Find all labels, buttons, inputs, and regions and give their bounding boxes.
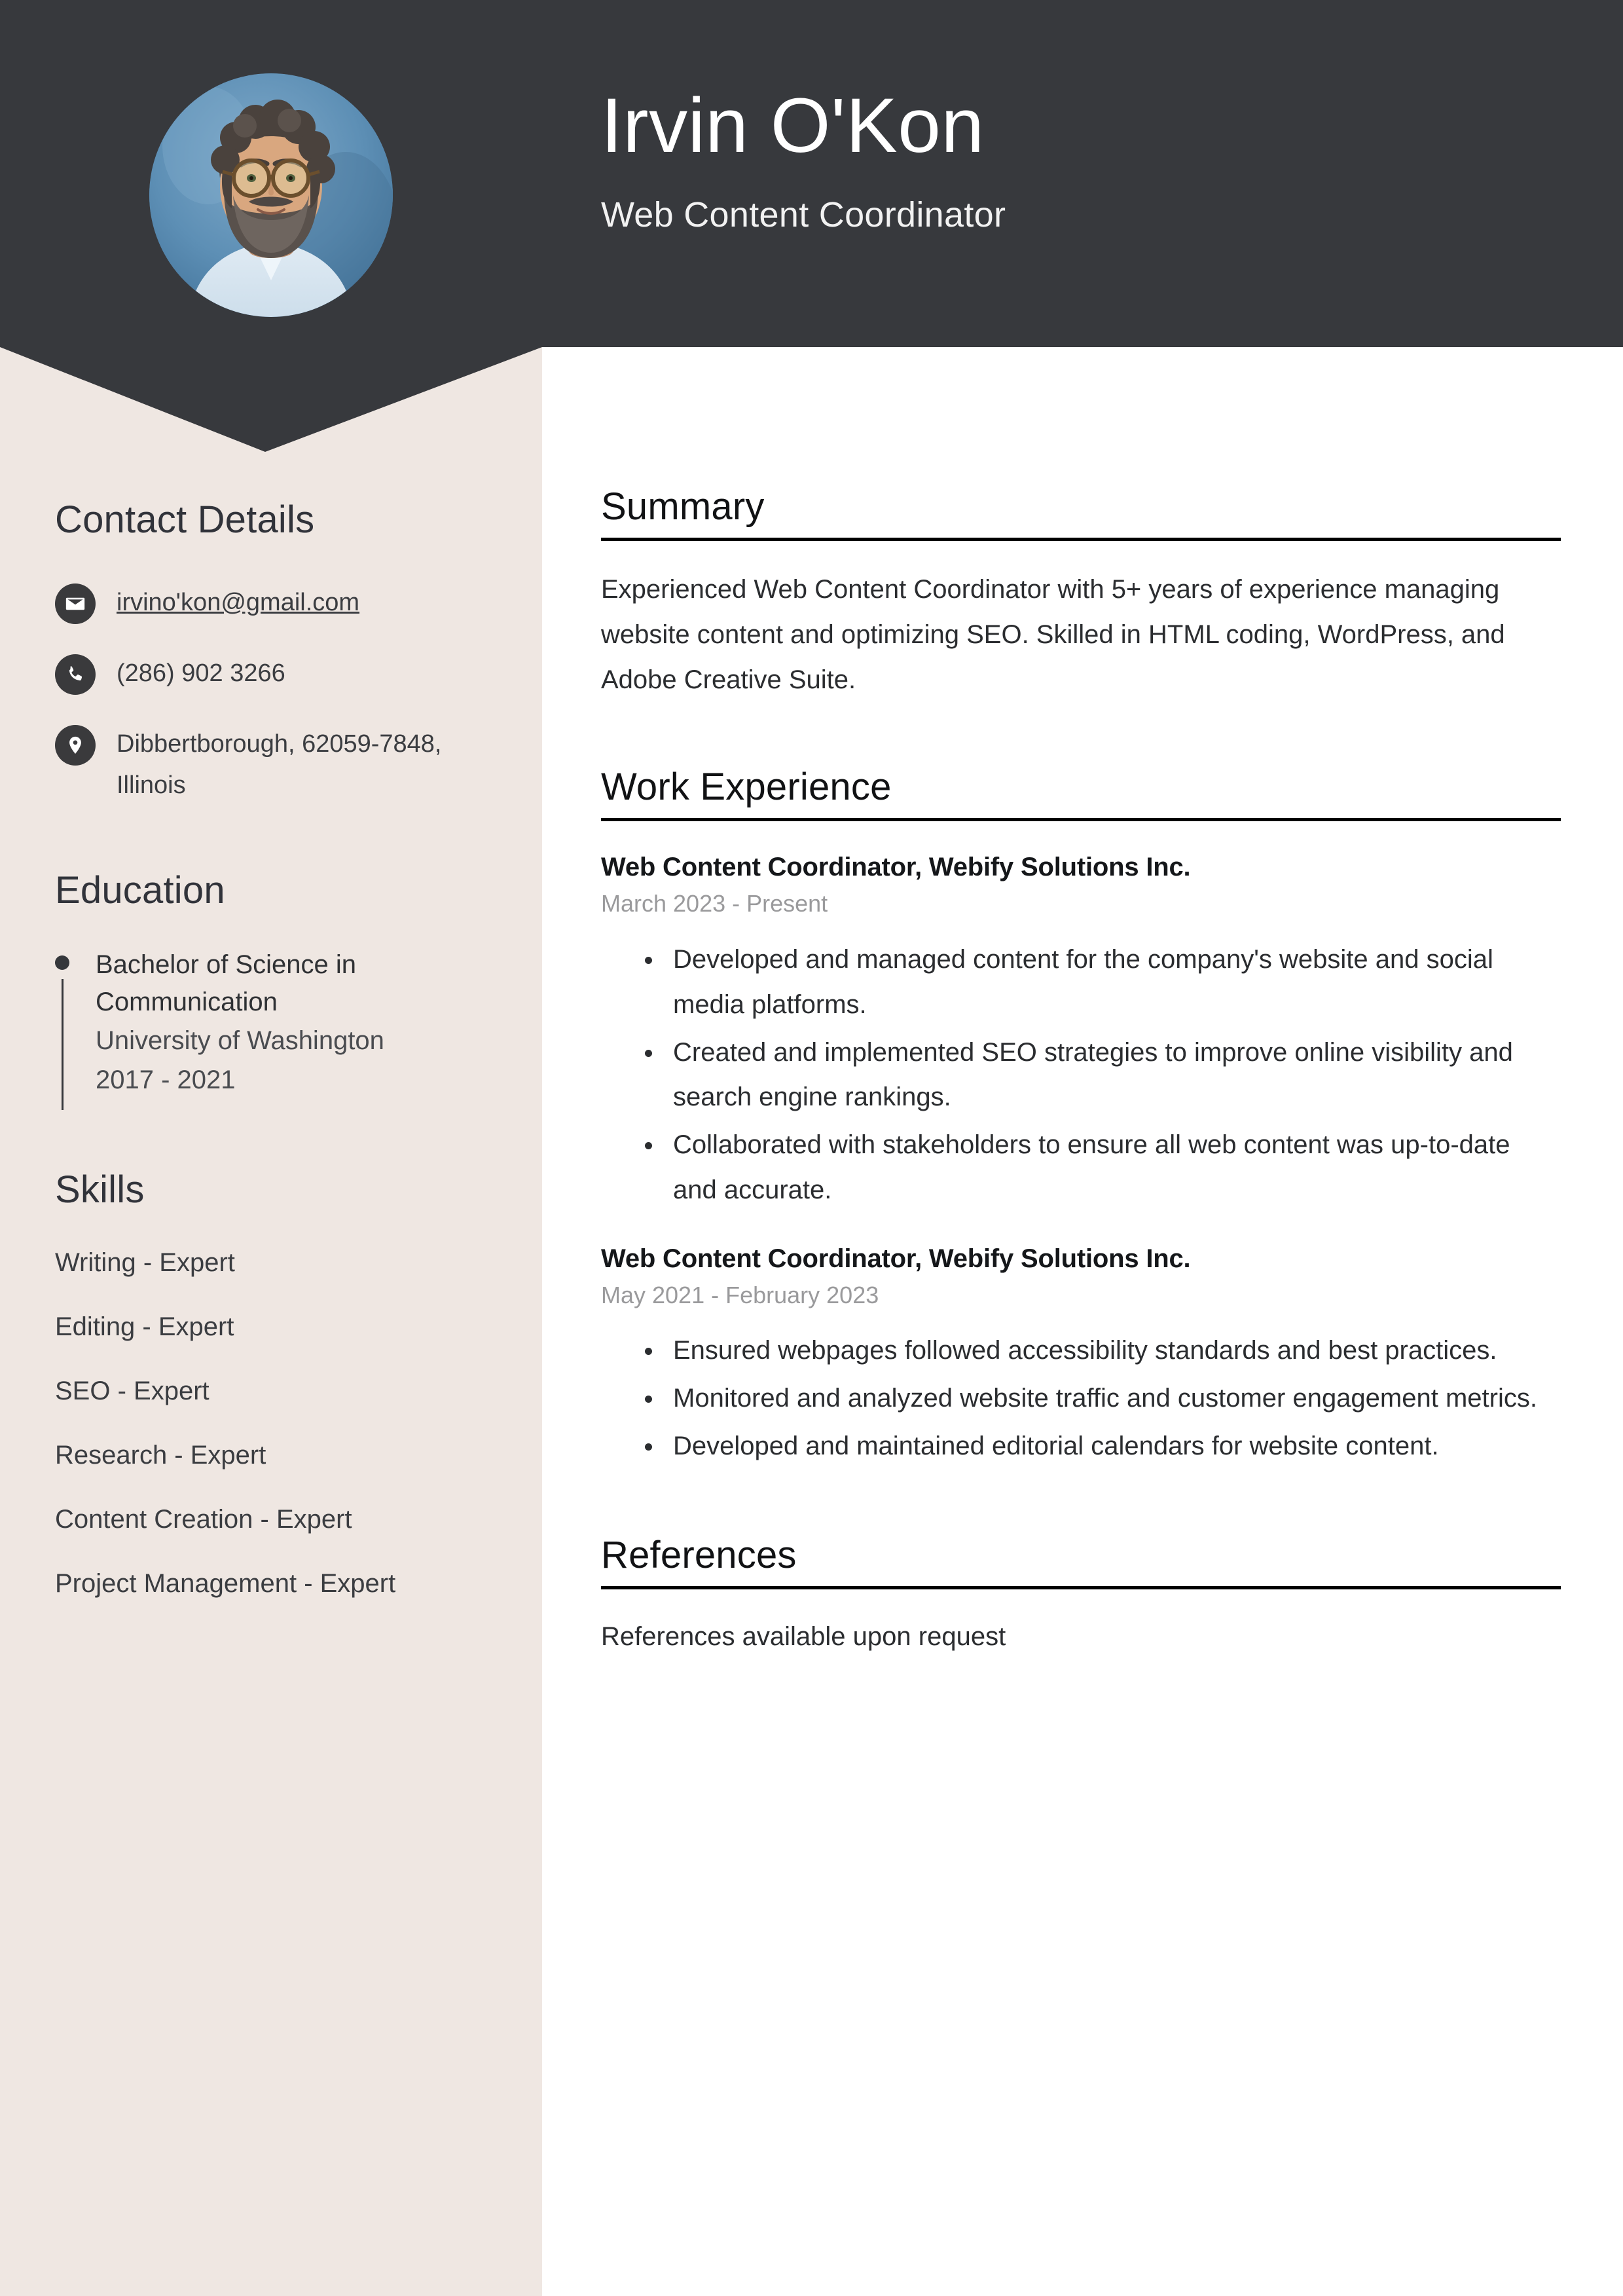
education-school: University of Washington bbox=[96, 1026, 384, 1055]
contact-address-value: Dibbertborough, 62059-7848, Illinois bbox=[117, 730, 442, 799]
job-bullet: Created and implemented SEO strategies t… bbox=[664, 1030, 1561, 1120]
skills-heading: Skills bbox=[55, 1168, 145, 1211]
references-text: References available upon request bbox=[601, 1621, 1006, 1651]
resume-page: Irvin O'Kon Web Content Coordinator Cont… bbox=[0, 0, 1623, 2296]
references-divider bbox=[601, 1585, 1561, 1589]
education-bullet-icon bbox=[55, 955, 69, 971]
job-bullet: Developed and managed content for the co… bbox=[664, 937, 1561, 1028]
envelope-icon bbox=[55, 583, 96, 624]
skill-item: Content Creation - Expert bbox=[55, 1504, 352, 1534]
person-job-title: Web Content Coordinator bbox=[601, 195, 1006, 235]
contact-list: irvino'kon@gmail.com (286) 902 3266 Dibb… bbox=[55, 582, 542, 805]
skills-list: Writing - Expert Editing - Expert SEO - … bbox=[55, 1247, 542, 1599]
location-pin-icon bbox=[55, 725, 96, 766]
education-heading: Education bbox=[55, 869, 225, 912]
work-experience-heading: Work Experience bbox=[601, 766, 892, 809]
education-degree: Bachelor of Science in Communication bbox=[96, 950, 357, 1017]
education-entry: Bachelor of Science in Communication Uni… bbox=[55, 946, 474, 1111]
job-bullet: Collaborated with stakeholders to ensure… bbox=[664, 1122, 1561, 1213]
contact-phone-value: (286) 902 3266 bbox=[117, 659, 285, 687]
summary-text: Experienced Web Content Coordinator with… bbox=[601, 575, 1505, 694]
summary-divider bbox=[601, 538, 1561, 541]
education-years: 2017 - 2021 bbox=[96, 1065, 236, 1094]
job-role: Web Content Coordinator, Webify Solution… bbox=[601, 853, 1191, 882]
job-entry: Web Content Coordinator, Webify Solution… bbox=[601, 1242, 1561, 1469]
job-bullet: Monitored and analyzed website traffic a… bbox=[664, 1376, 1561, 1421]
work-experience-divider bbox=[601, 818, 1561, 822]
phone-icon bbox=[55, 654, 96, 695]
skill-item: Project Management - Expert bbox=[55, 1568, 396, 1598]
contact-item-phone[interactable]: (286) 902 3266 bbox=[55, 653, 542, 695]
job-bullet-list: Developed and managed content for the co… bbox=[664, 937, 1561, 1213]
section-work-experience: Work Experience Web Content Coordinator,… bbox=[601, 765, 1561, 1468]
main-content: Summary Experienced Web Content Coordina… bbox=[601, 485, 1561, 1657]
job-entry: Web Content Coordinator, Webify Solution… bbox=[601, 850, 1561, 1212]
person-name: Irvin O'Kon bbox=[601, 83, 985, 169]
skill-item: Writing - Expert bbox=[55, 1248, 235, 1277]
references-heading: References bbox=[601, 1533, 797, 1576]
skill-item: SEO - Expert bbox=[55, 1376, 210, 1405]
skill-item: Editing - Expert bbox=[55, 1312, 234, 1341]
job-bullet: Developed and maintained editorial calen… bbox=[664, 1424, 1561, 1469]
section-references: References References available upon req… bbox=[601, 1533, 1561, 1657]
section-summary: Summary Experienced Web Content Coordina… bbox=[601, 485, 1561, 702]
job-bullet-list: Ensured webpages followed accessibility … bbox=[664, 1328, 1561, 1468]
contact-details-heading: Contact Details bbox=[55, 498, 315, 541]
avatar bbox=[149, 73, 393, 317]
job-dates: March 2023 - Present bbox=[601, 890, 828, 917]
job-bullet: Ensured webpages followed accessibility … bbox=[664, 1328, 1561, 1373]
job-dates: May 2021 - February 2023 bbox=[601, 1281, 879, 1308]
job-role: Web Content Coordinator, Webify Solution… bbox=[601, 1244, 1191, 1273]
contact-item-email[interactable]: irvino'kon@gmail.com bbox=[55, 582, 542, 624]
sidebar-content: Contact Details irvino'kon@gmail.com (28… bbox=[0, 347, 542, 1632]
summary-heading: Summary bbox=[601, 485, 765, 528]
profile-photo-illustration bbox=[149, 73, 393, 317]
header-text-block: Irvin O'Kon Web Content Coordinator bbox=[601, 83, 1006, 235]
education-timeline-line bbox=[62, 979, 64, 1111]
contact-email-value[interactable]: irvino'kon@gmail.com bbox=[117, 582, 359, 623]
skill-item: Research - Expert bbox=[55, 1440, 266, 1470]
contact-item-address: Dibbertborough, 62059-7848, Illinois bbox=[55, 724, 542, 805]
